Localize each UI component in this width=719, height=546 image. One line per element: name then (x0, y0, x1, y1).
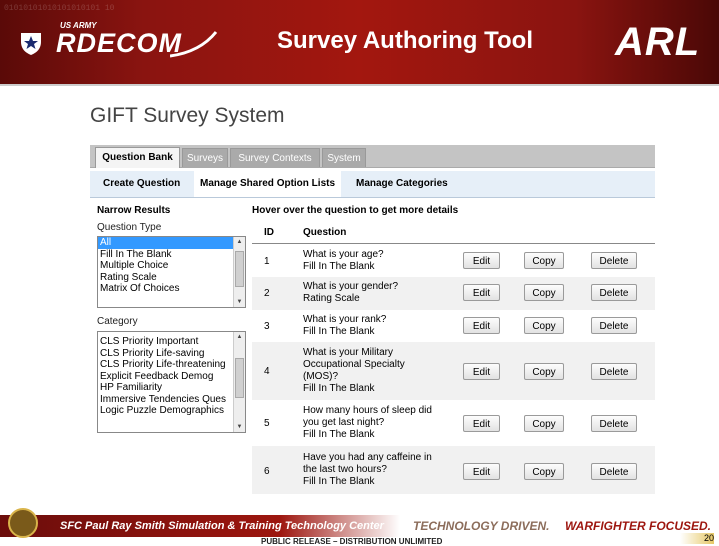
id-column-header: ID (264, 227, 274, 238)
scroll-up-icon[interactable]: ▲ (234, 237, 245, 247)
category-option[interactable]: CLS Priority Life-saving (98, 348, 245, 360)
main-tabs: Question Bank Surveys Survey Contexts Sy… (90, 145, 655, 168)
question-type-option[interactable]: Rating Scale (98, 272, 245, 284)
question-text: What is your gender? Rating Scale (303, 281, 399, 304)
release-notice: PUBLIC RELEASE – DISTRIBUTION UNLIMITED (261, 537, 443, 546)
page-title: Survey Authoring Tool (277, 27, 533, 54)
question-type-option[interactable]: Multiple Choice (98, 260, 245, 272)
table-header: ID Question (252, 222, 655, 244)
edit-button[interactable]: Edit (463, 415, 500, 432)
table-row: 1 What is your age? Fill In The Blank Edi… (252, 246, 655, 277)
question-text: What is your rank? Fill In The Blank (303, 314, 387, 337)
header-banner: 01010101010101010101 1010101010101010101… (0, 0, 719, 84)
question-text: What is your age? Fill In The Blank (303, 249, 384, 272)
seal-icon (8, 508, 38, 538)
question-id: 3 (264, 321, 270, 332)
copy-button[interactable]: Copy (524, 415, 564, 432)
narrow-results-heading: Narrow Results (97, 205, 171, 216)
category-label: Category (97, 316, 138, 327)
tab-question-bank[interactable]: Question Bank (95, 147, 180, 168)
copy-button[interactable]: Copy (524, 317, 564, 334)
banner-divider (0, 84, 719, 86)
footer-center-name: SFC Paul Ray Smith Simulation & Training… (60, 520, 384, 532)
swoosh-icon (170, 31, 218, 58)
scroll-down-icon[interactable]: ▼ (234, 422, 245, 432)
category-option[interactable]: CLS Priority Life-threatening (98, 359, 245, 371)
scroll-down-icon[interactable]: ▼ (234, 297, 245, 307)
table-row: 6 Have you had any caffeine in the last t… (252, 446, 655, 494)
scroll-thumb[interactable] (235, 358, 244, 398)
question-type-scrollbar[interactable]: ▲ ▼ (233, 237, 245, 307)
table-row: 3 What is your rank? Fill In The Blank Ed… (252, 310, 655, 342)
question-id: 1 (264, 256, 270, 267)
copy-button[interactable]: Copy (524, 363, 564, 380)
question-text: How many hours of sleep did you get last … (303, 405, 432, 440)
tab-surveys[interactable]: Surveys (182, 148, 228, 167)
question-type-option[interactable]: Matrix Of Choices (98, 283, 245, 295)
arl-logo: ARL (615, 20, 701, 64)
hover-instructions: Hover over the question to get more deta… (252, 205, 459, 216)
question-column-header: Question (303, 227, 347, 238)
category-option[interactable]: Explicit Feedback Demog (98, 371, 245, 383)
question-type-option[interactable]: All (98, 237, 245, 249)
tab-survey-contexts[interactable]: Survey Contexts (230, 148, 320, 167)
scroll-up-icon[interactable]: ▲ (234, 332, 245, 342)
question-text: Have you had any caffeine in the last two… (303, 452, 432, 487)
create-question-link[interactable]: Create Question (97, 171, 186, 197)
footer-tagline-2: WARFIGHTER FOCUSED. (565, 519, 711, 533)
table-row: 2 What is your gender? Rating Scale Edit … (252, 277, 655, 310)
delete-button[interactable]: Delete (591, 284, 637, 301)
copy-button[interactable]: Copy (524, 284, 564, 301)
category-option[interactable]: Logic Puzzle Demographics (98, 405, 245, 417)
edit-button[interactable]: Edit (463, 284, 500, 301)
system-title: GIFT Survey System (90, 104, 285, 127)
manage-categories-link[interactable]: Manage Categories (350, 171, 454, 197)
category-listbox[interactable]: CLS Priority Important CLS Priority Life… (97, 331, 246, 433)
delete-button[interactable]: Delete (591, 252, 637, 269)
delete-button[interactable]: Delete (591, 415, 637, 432)
manage-shared-option-lists-link[interactable]: Manage Shared Option Lists (194, 171, 342, 197)
category-option[interactable]: Immersive Tendencies Ques (98, 394, 245, 406)
delete-button[interactable]: Delete (591, 317, 637, 334)
footer-tagline-1: TECHNOLOGY DRIVEN. (413, 519, 550, 533)
delete-button[interactable]: Delete (591, 363, 637, 380)
sub-navigation: Create Question Manage Shared Option Lis… (90, 171, 655, 198)
category-option[interactable]: CLS Priority Important (98, 336, 245, 348)
question-id: 5 (264, 418, 270, 429)
question-type-listbox[interactable]: All Fill In The Blank Multiple Choice Ra… (97, 236, 246, 308)
question-id: 2 (264, 288, 270, 299)
category-option[interactable]: HP Familiarity (98, 382, 245, 394)
table-row: 5 How many hours of sleep did you get las… (252, 400, 655, 446)
table-row: 4 What is your Military Occupational Spec… (252, 342, 655, 400)
scroll-thumb[interactable] (235, 251, 244, 287)
edit-button[interactable]: Edit (463, 463, 500, 480)
edit-button[interactable]: Edit (463, 252, 500, 269)
tab-system[interactable]: System (322, 148, 366, 167)
edit-button[interactable]: Edit (463, 317, 500, 334)
copy-button[interactable]: Copy (524, 463, 564, 480)
category-scrollbar[interactable]: ▲ ▼ (233, 332, 245, 432)
copy-button[interactable]: Copy (524, 252, 564, 269)
question-type-label: Question Type (97, 222, 162, 233)
question-text: What is your Military Occupational Specia… (303, 347, 405, 394)
question-id: 4 (264, 366, 270, 377)
question-id: 6 (264, 466, 270, 477)
army-star-icon (21, 33, 41, 55)
edit-button[interactable]: Edit (463, 363, 500, 380)
binary-pattern: 01010101010101010101 1010101010101010101… (4, 4, 114, 13)
rdecom-logo: RDECOM (56, 28, 182, 58)
page-number: 20 (680, 533, 714, 544)
delete-button[interactable]: Delete (591, 463, 637, 480)
question-type-option[interactable]: Fill In The Blank (98, 249, 245, 261)
